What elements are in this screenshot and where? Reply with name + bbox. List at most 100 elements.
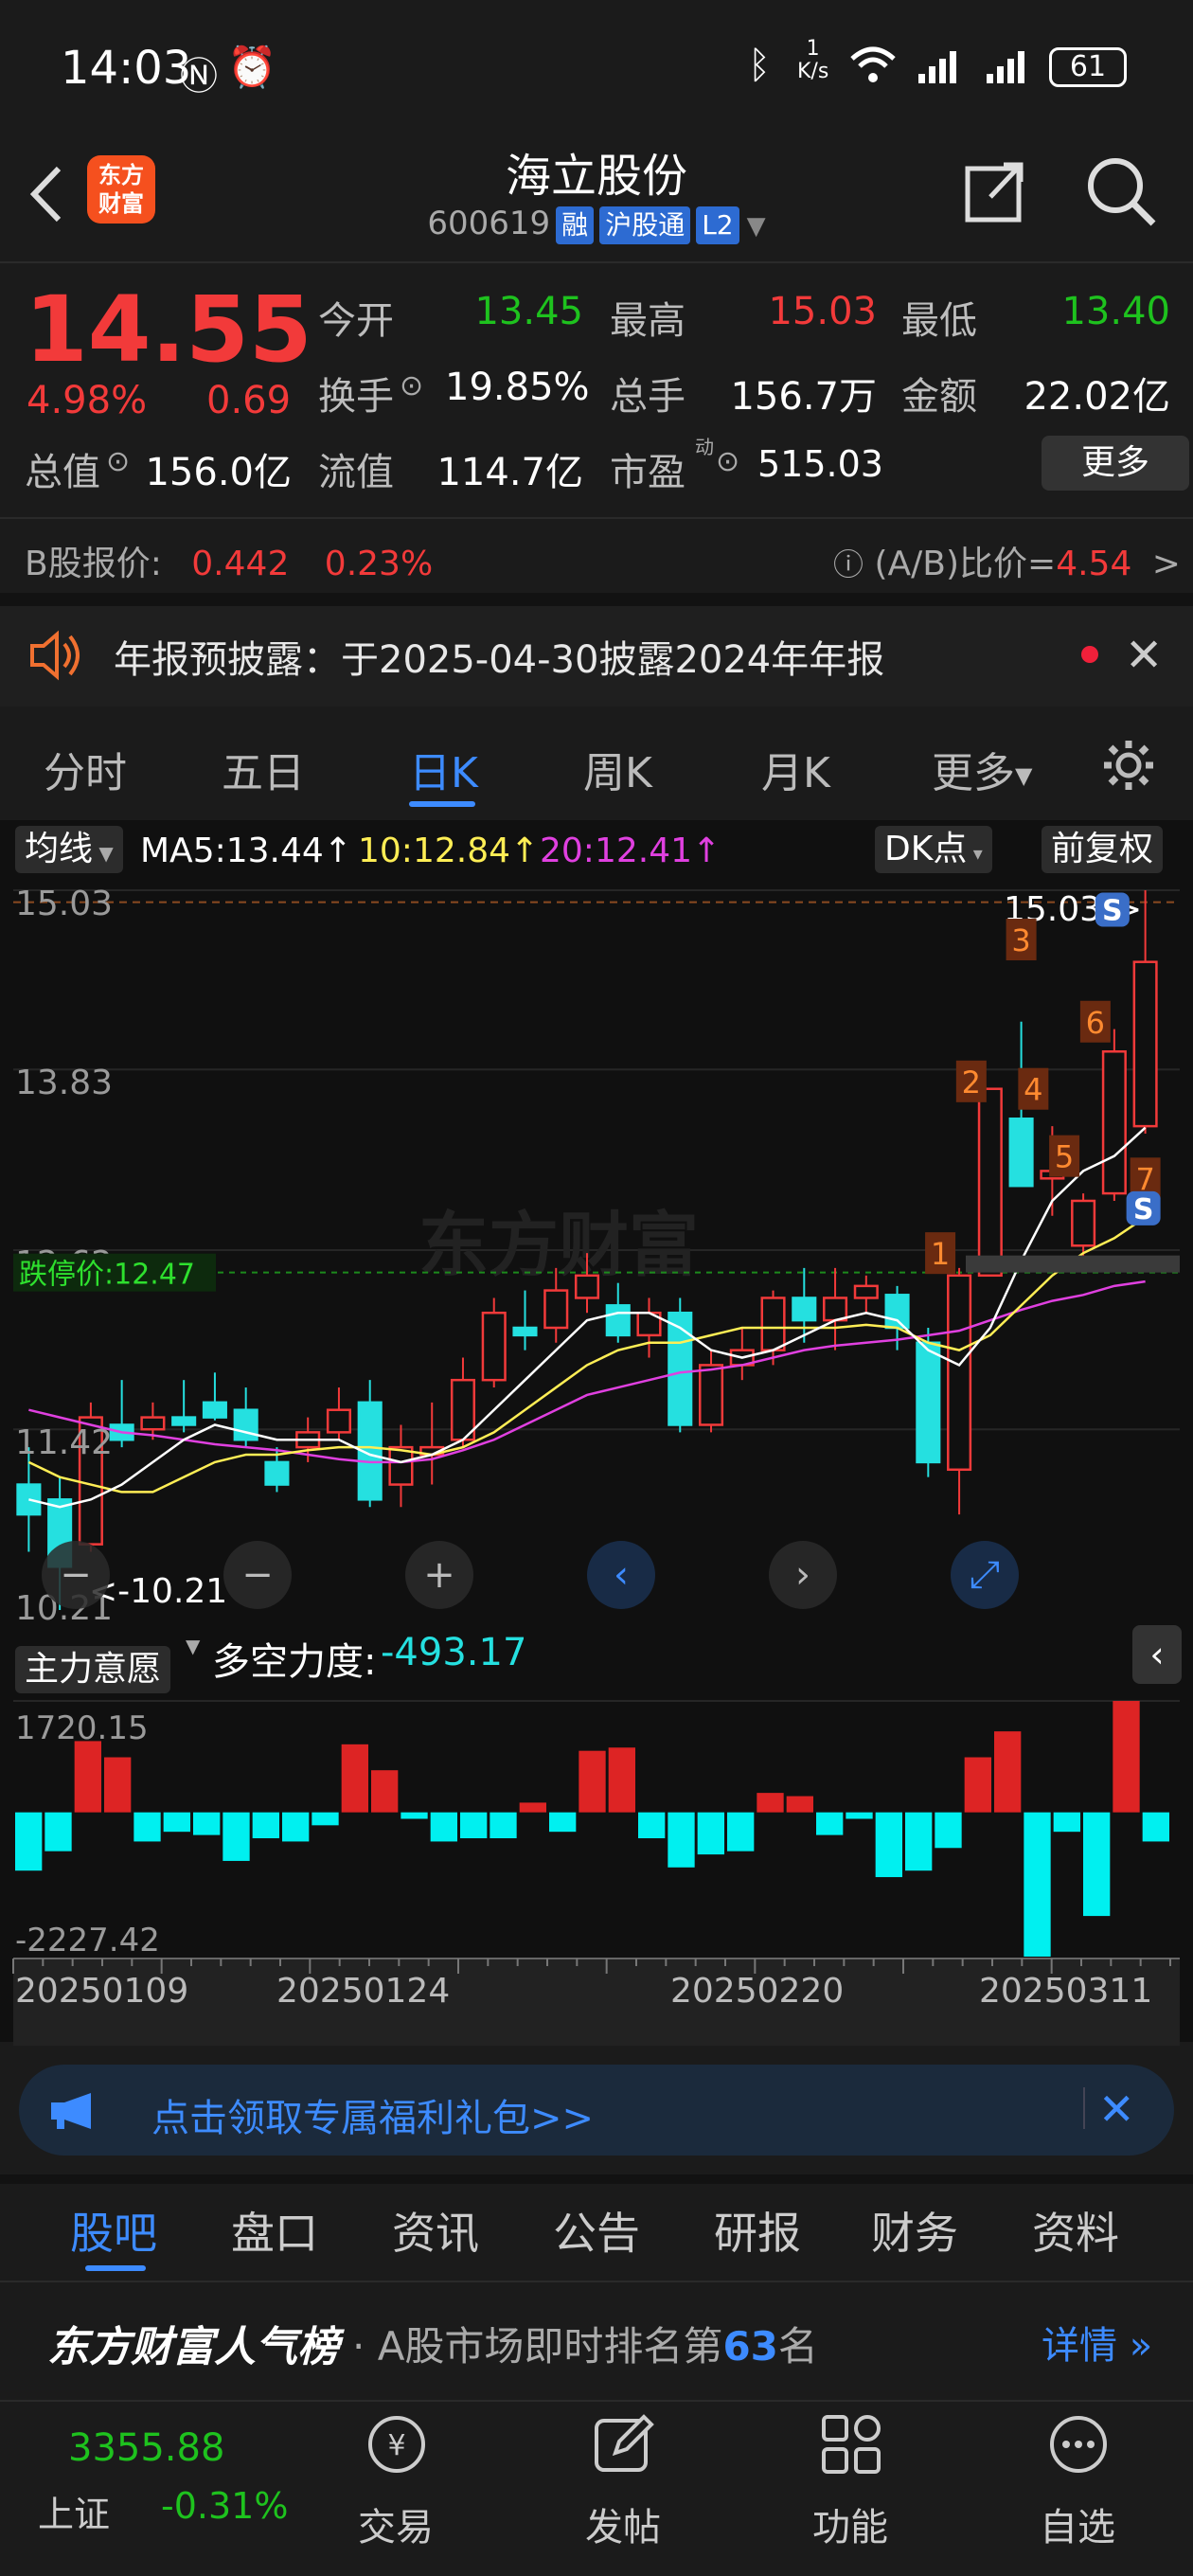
trade-icon[interactable]: ¥ — [364, 2411, 430, 2478]
settings-gear-icon[interactable] — [1100, 737, 1157, 794]
rank-detail-link[interactable]: 详情 » — [1042, 2315, 1152, 2370]
y-tick-label: 11.42 — [15, 1423, 113, 1462]
candle-body — [1071, 1199, 1096, 1247]
indicator-chart[interactable]: 1720.15 -2227.42 20250109 20250124 20250220 2… — [0, 1686, 1193, 2046]
indicator-bar — [341, 1744, 368, 1813]
collapse-chevron-icon[interactable]: ‹ — [1132, 1625, 1182, 1684]
apps-grid-icon[interactable] — [818, 2411, 884, 2478]
stock-code: 600619 — [427, 205, 551, 242]
signal-badge: S — [1133, 1193, 1154, 1226]
nfc-icon: Ⓝ — [180, 55, 218, 98]
candle-body — [574, 1274, 600, 1299]
info-icon[interactable]: ⊙ — [400, 369, 423, 402]
tab-minute[interactable]: 分时 — [44, 739, 127, 799]
dk-point-button[interactable]: DK点 ▾ — [875, 826, 992, 873]
svg-text:¥: ¥ — [387, 2429, 405, 2462]
info-icon[interactable]: ⊙ — [106, 445, 130, 478]
pe-sup: 动 — [695, 436, 714, 458]
ma20-label: 20:12.41↑ — [540, 832, 721, 870]
tag-l2: L2 — [696, 206, 739, 244]
tab-research[interactable]: 研报 — [714, 2199, 801, 2262]
tab-five-day[interactable]: 五日 — [222, 739, 305, 799]
tab-more[interactable]: 更多▼ — [932, 739, 1032, 799]
adjust-button[interactable]: 前复权 — [1042, 826, 1164, 873]
nav-trade[interactable]: 交易 — [320, 2496, 472, 2551]
b-share-row: B股报价: 0.442 0.23% — [25, 536, 433, 585]
close-icon[interactable]: ✕ — [1125, 629, 1163, 682]
tab-announcements[interactable]: 公告 — [553, 2199, 640, 2262]
tab-profile[interactable]: 资料 — [1032, 2199, 1119, 2262]
indicator-bar — [134, 1812, 161, 1842]
tag-margin: 融 — [556, 206, 595, 244]
tab-news[interactable]: 资讯 — [392, 2199, 479, 2262]
indicator-bar — [401, 1812, 428, 1819]
tab-weekly-k[interactable]: 周K — [583, 739, 652, 799]
indicator-bar — [371, 1770, 399, 1813]
notice-text[interactable]: 年报预披露：于2025-04-30披露2024年年报 — [114, 629, 884, 684]
candle-body — [171, 1416, 197, 1426]
pan-left-button-glyph: ‹ — [614, 1553, 629, 1597]
indicator-bar — [1024, 1812, 1051, 1957]
candle-body — [512, 1326, 538, 1337]
nav-watchlist[interactable]: 自选 — [1002, 2496, 1153, 2551]
rank-title: 东方财富人气榜 — [47, 2323, 339, 2371]
indicator-bar — [994, 1731, 1022, 1813]
candle-body — [388, 1445, 414, 1486]
share-icon[interactable] — [962, 159, 1028, 225]
tab-orderbook[interactable]: 盘口 — [231, 2199, 318, 2262]
indicator-bar — [697, 1812, 724, 1855]
x-tick-label: 20250220 — [670, 1972, 844, 2011]
close-icon[interactable]: ✕ — [1098, 2084, 1135, 2135]
open-label: 今开 — [318, 299, 394, 343]
candle-body — [947, 1274, 972, 1472]
watchlist-more-icon[interactable] — [1045, 2411, 1112, 2478]
indicator-bar — [312, 1812, 339, 1826]
active-tab-indicator — [409, 801, 475, 807]
signal-icon-1 — [918, 51, 956, 83]
pe-label: 市盈 — [610, 451, 686, 494]
indicator-bar — [668, 1812, 695, 1868]
nav-functions[interactable]: 功能 — [775, 2496, 926, 2551]
ab-ratio-row[interactable]: ⓘ (A/B)比价=4.54 > — [833, 536, 1181, 585]
watermark: 东方财富 — [418, 1205, 699, 1286]
candle-body — [202, 1401, 227, 1419]
indicator-bar — [163, 1812, 190, 1833]
nav-post[interactable]: 发帖 — [547, 2496, 699, 2551]
tab-finance[interactable]: 财务 — [871, 2199, 958, 2262]
b-share-pct: 0.23% — [324, 545, 434, 583]
post-edit-icon[interactable] — [591, 2411, 657, 2478]
candle-body — [264, 1460, 290, 1486]
rank-text: · A股市场即时排名第63名 — [352, 2323, 818, 2370]
promo-text[interactable]: 点击领取专属福利礼包>> — [151, 2087, 594, 2142]
candle-body — [977, 1087, 1003, 1278]
index-name[interactable]: 上证 — [38, 2485, 110, 2537]
tab-monthly-k[interactable]: 月K — [761, 739, 830, 799]
index-value[interactable]: 3355.88 — [68, 2426, 224, 2470]
low-label: 最低 — [901, 299, 977, 343]
signal-icon-2 — [987, 51, 1024, 83]
unread-dot — [1081, 646, 1098, 663]
kline-chart[interactable]: 东方财富15.0313.8312.6211.4210.21跌停价:12.4715… — [0, 881, 1193, 1629]
tag-connect: 沪股通 — [599, 206, 691, 244]
ma5-line — [28, 1126, 1147, 1509]
ma-selector[interactable]: 均线 ▼ — [15, 826, 123, 873]
candle-body — [1101, 1050, 1127, 1195]
wifi-icon — [850, 46, 896, 82]
net-speed: 1 K/s — [797, 37, 829, 83]
info-icon[interactable]: ⊙ — [716, 445, 739, 478]
search-icon[interactable] — [1085, 155, 1157, 227]
change-pct: 4.98% — [27, 379, 148, 422]
candle-body — [481, 1311, 507, 1382]
speaker-icon — [30, 630, 80, 681]
tab-daily-k[interactable]: 日K — [409, 739, 478, 799]
indicator-bar — [757, 1793, 784, 1813]
index-pct[interactable]: -0.31% — [161, 2485, 288, 2527]
help-icon: ⓘ — [833, 546, 864, 582]
more-button[interactable]: 更多 — [1042, 436, 1189, 491]
candle-body — [853, 1284, 879, 1299]
indicator-y-bottom: -2227.42 — [15, 1922, 160, 1959]
tab-forum[interactable]: 股吧 — [70, 2199, 157, 2262]
candle-body — [916, 1341, 941, 1464]
bluetooth-icon: ᛒ — [748, 44, 771, 87]
event-marker: 2 — [962, 1064, 981, 1100]
